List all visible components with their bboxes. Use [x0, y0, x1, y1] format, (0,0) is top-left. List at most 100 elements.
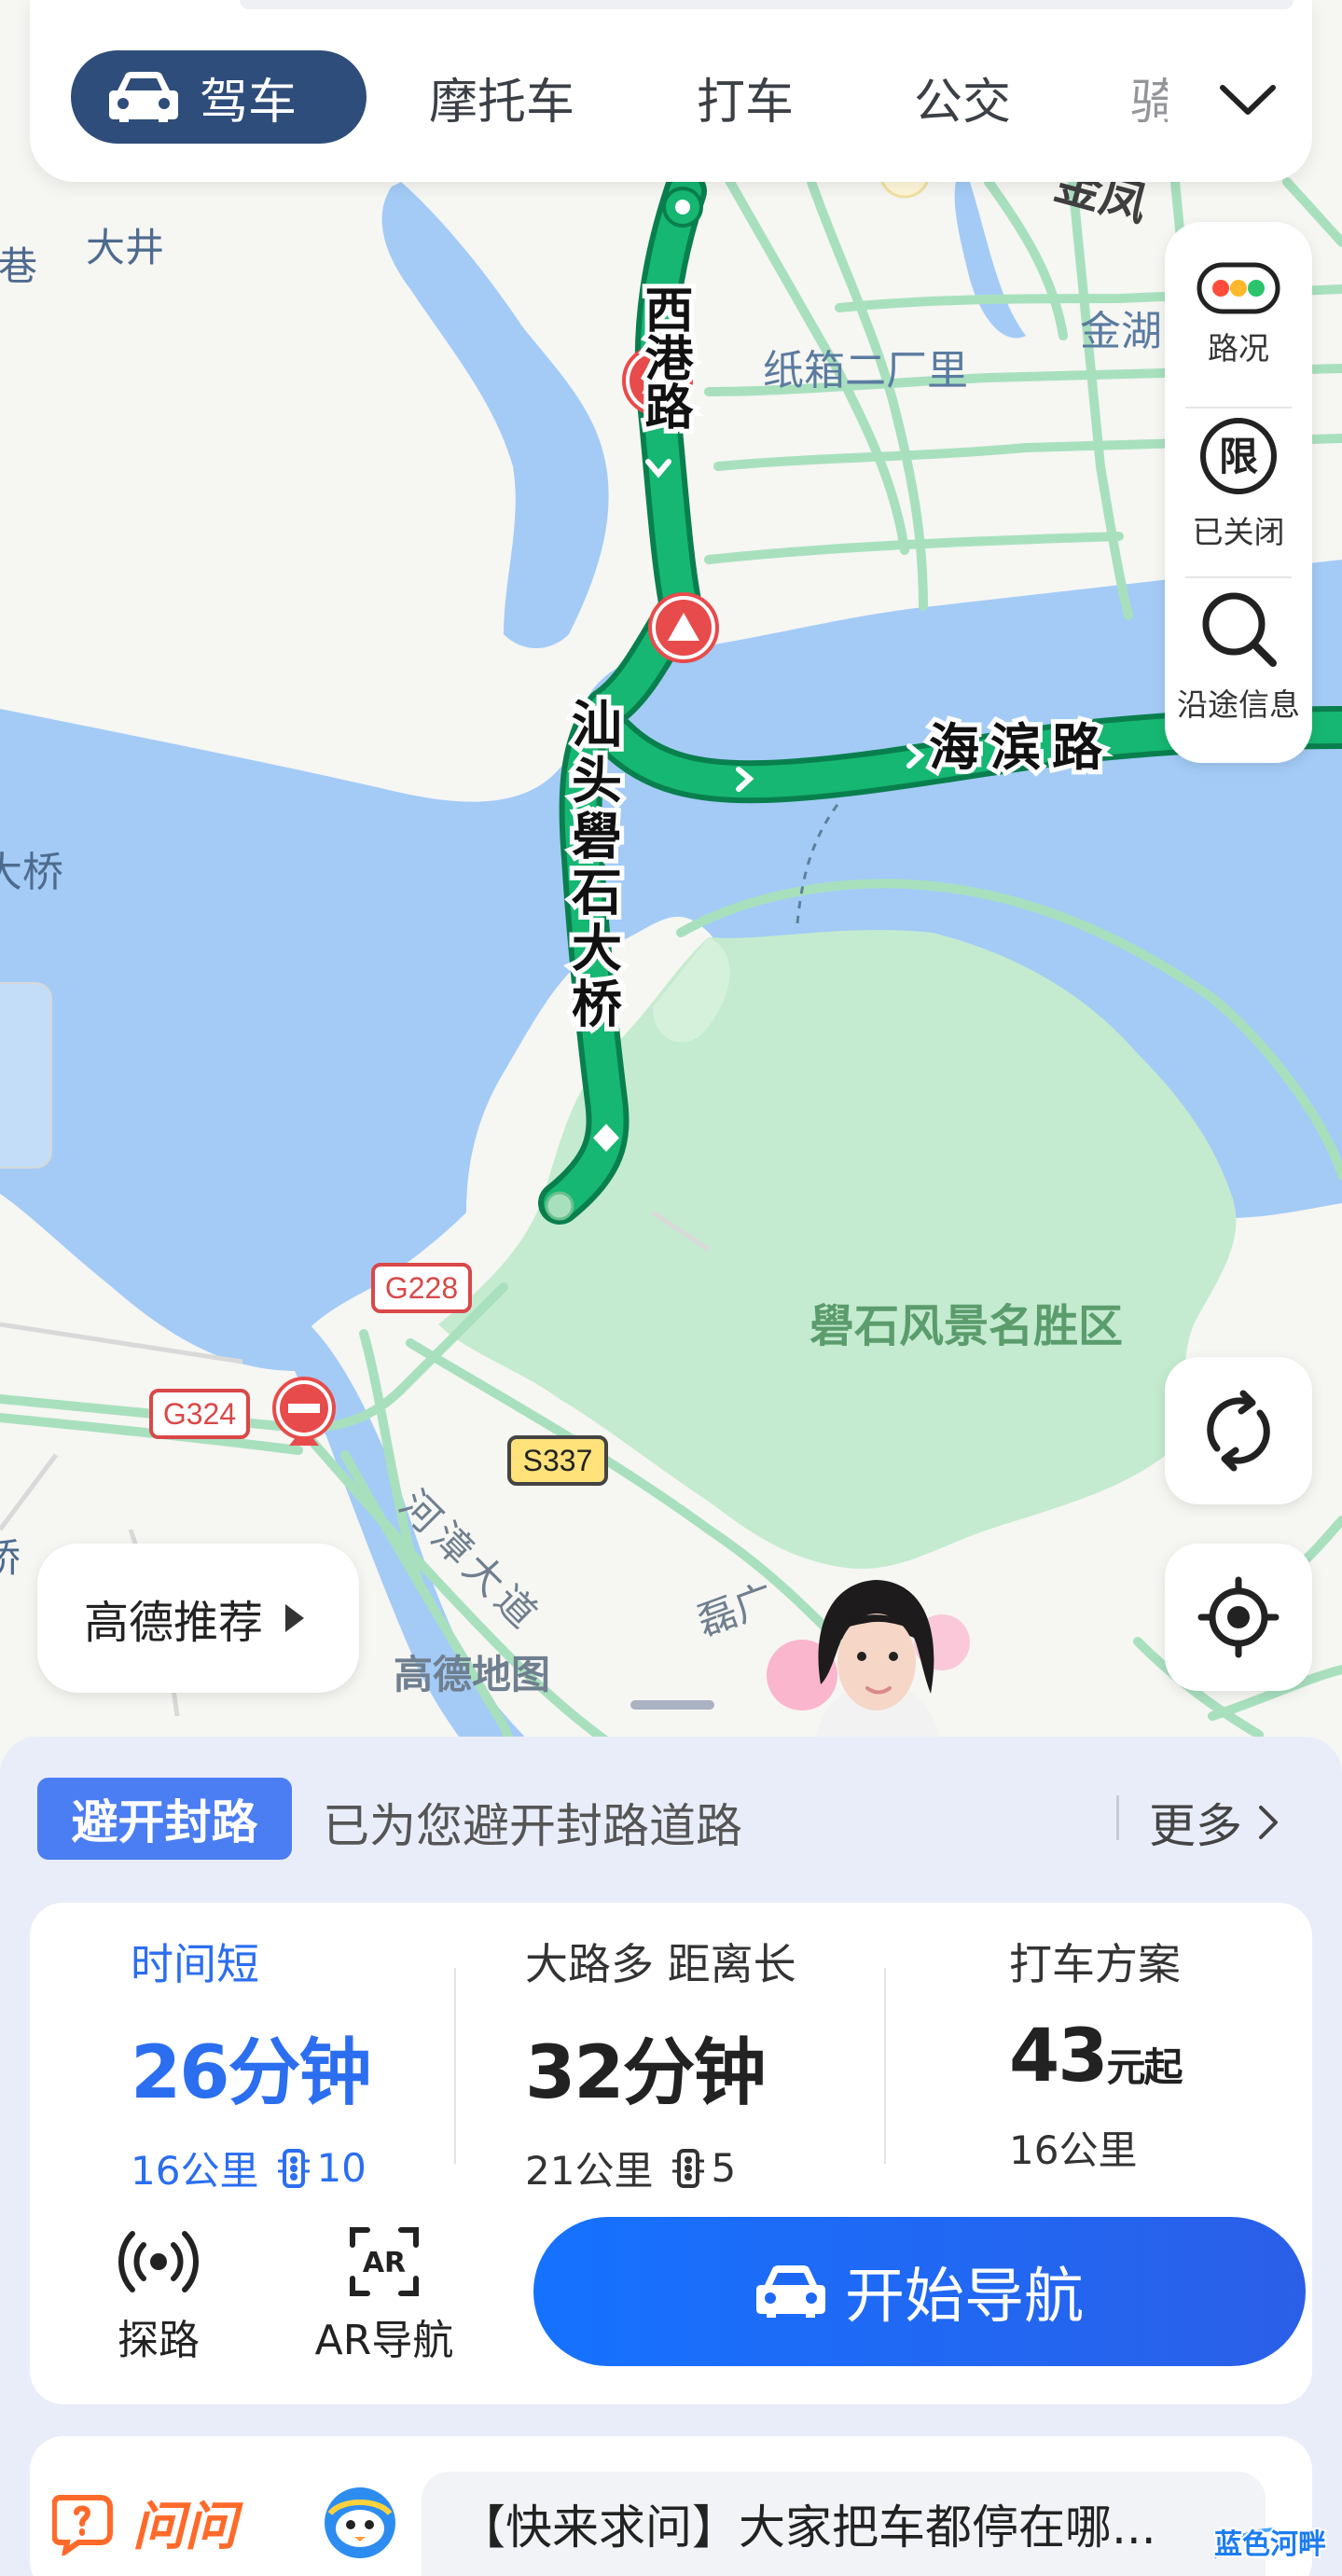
map-view[interactable]: G228 G324 S337 大井 巷 纸箱二厂里 金湖 金凤 大桥 桥 礐石风… — [0, 0, 1342, 1772]
tab-bus-label: 公交 — [914, 74, 1012, 131]
label-dajing: 大井 — [86, 225, 164, 270]
traffic-button[interactable]: 路况 — [1165, 231, 1312, 399]
route-lights-count: 5 — [711, 2145, 737, 2191]
route-meta: 21公里 5 — [525, 2140, 796, 2196]
chevron-down-icon[interactable] — [1215, 67, 1280, 132]
traffic-label: 路况 — [1208, 330, 1269, 367]
play-arrow-icon — [285, 1604, 305, 1632]
route-tag: 打车方案 — [1009, 1939, 1181, 1989]
tab-taxi-label: 打车 — [697, 74, 795, 131]
route-distance: 16公里 — [131, 2148, 259, 2194]
route-meta: 16公里 — [1009, 2119, 1182, 2176]
page: { "tabs": [ {"label": "驾车"}, {"label": "… — [0, 0, 1342, 2576]
more-button[interactable]: 更多 — [1149, 1789, 1285, 1856]
svg-text:蓝色河畔: 蓝色河畔 — [1214, 2528, 1326, 2561]
route-meta: 16公里 10 — [131, 2140, 370, 2196]
transport-tabs: 驾车 摩托车 打车 公交 骑 — [30, 0, 1312, 182]
tab-drive-label: 驾车 — [200, 74, 297, 131]
label-xigang-road: 西港路 — [636, 284, 693, 430]
tab-ride-label: 骑 — [1130, 74, 1168, 131]
label-scenic: 礐石风景名胜区 — [809, 1300, 1123, 1352]
recommend-label: 高德推荐 — [84, 1597, 264, 1649]
route-distance: 21公里 — [525, 2148, 654, 2194]
taxi-price-unit: 元起 — [1106, 2044, 1183, 2090]
start-navigation-button[interactable]: 开始导航 — [533, 2217, 1306, 2366]
road-shield-g324: G324 — [149, 1389, 250, 1439]
construction-icon[interactable] — [648, 592, 719, 663]
refresh-route-button[interactable] — [1165, 1357, 1312, 1504]
broadcast-icon — [118, 2231, 199, 2292]
label-shantou-bridge: 汕头礐石大桥 — [563, 698, 622, 1033]
mascot-icon — [325, 2487, 395, 2558]
ask-logo: 问问 — [52, 2485, 237, 2560]
svg-text:G228: G228 — [385, 1271, 458, 1305]
start-navigation-label: 开始导航 — [845, 2263, 1084, 2332]
avoid-closure-text: 已为您避开封路道路 — [323, 1799, 742, 1853]
route-option-main-roads[interactable]: 大路多 距离长 32分钟 21公里 5 — [525, 1931, 796, 2196]
ask-question-text[interactable]: 【快来求问】大家把车都停在哪... — [422, 2472, 1266, 2576]
label-daqiao: 大桥 — [0, 849, 63, 896]
map-layer-panel: 路况 限 已关闭 沿途信息 — [1165, 222, 1312, 763]
route-option-taxi[interactable]: 打车方案 43元起 16公里 — [1009, 1931, 1183, 2176]
tab-bus[interactable]: 公交 — [914, 50, 1011, 144]
ar-nav-label: AR导航 — [314, 2317, 454, 2364]
divider — [884, 1968, 886, 2164]
traffic-light-icon — [1197, 262, 1280, 314]
restriction-icon: 限 — [1200, 418, 1277, 494]
route-tag: 大路多 距离长 — [525, 1939, 796, 1989]
label-jinhu: 金湖 — [1080, 308, 1162, 355]
label-zhixiang: 纸箱二厂里 — [763, 347, 968, 395]
ar-nav-button[interactable]: AR AR导航 — [291, 2224, 477, 2366]
route-option-fastest[interactable]: 时间短 26分钟 16公里 10 — [131, 1931, 372, 2196]
restriction-label: 已关闭 — [1192, 514, 1285, 550]
site-watermark: 蓝色河畔 — [1212, 2527, 1328, 2563]
tab-ride[interactable]: 骑 — [1130, 50, 1168, 144]
taxi-price: 43 — [1009, 2015, 1109, 2098]
route-duration: 32分钟 — [525, 2031, 767, 2115]
sheet-drag-handle[interactable] — [630, 1700, 714, 1710]
route-price: 43元起 — [1009, 2015, 1183, 2098]
restriction-button[interactable]: 限 已关闭 — [1165, 399, 1312, 567]
svg-text:G324: G324 — [163, 1397, 236, 1431]
tab-drive[interactable]: 驾车 — [71, 50, 367, 144]
ar-icon: AR — [350, 2227, 419, 2296]
route-node — [545, 1191, 574, 1221]
route-distance: 16公里 — [1009, 2127, 1138, 2173]
car-icon — [109, 72, 178, 122]
route-tag: 时间短 — [131, 1939, 259, 1989]
tab-taxi[interactable]: 打车 — [697, 50, 794, 144]
avoid-closure-badge: 避开封路 — [37, 1778, 292, 1860]
car-icon — [756, 2265, 825, 2318]
route-lights-count: 10 — [316, 2145, 367, 2191]
divider — [454, 1968, 456, 2164]
question-bubble-icon — [52, 2494, 113, 2555]
route-start-dot — [675, 200, 690, 215]
along-route-label: 沿途信息 — [1177, 686, 1300, 723]
refresh-icon — [1207, 1390, 1270, 1472]
locate-icon — [1197, 1576, 1280, 1658]
chevron-right-icon — [1259, 1806, 1278, 1839]
explore-button[interactable]: 探路 — [65, 2224, 252, 2366]
road-shield-s337: S337 — [507, 1435, 608, 1486]
gaode-recommend-button[interactable]: 高德推荐 — [37, 1544, 359, 1693]
more-label: 更多 — [1149, 1799, 1242, 1853]
divider — [1116, 1795, 1119, 1840]
locate-button[interactable] — [1165, 1544, 1312, 1691]
road-shield-g228: G228 — [371, 1263, 472, 1313]
avoid-badge-label: 避开封路 — [71, 1795, 258, 1849]
svg-text:限: 限 — [1219, 434, 1258, 479]
label-gaode-map: 高德地图 — [394, 1652, 550, 1697]
explore-label: 探路 — [118, 2317, 200, 2364]
search-icon — [1202, 592, 1277, 667]
svg-text:AR: AR — [363, 2247, 406, 2279]
along-route-button[interactable]: 沿途信息 — [1165, 572, 1312, 740]
tab-motorcycle[interactable]: 摩托车 — [429, 50, 574, 144]
label-qiao: 桥 — [0, 1535, 21, 1581]
traffic-light-icon — [672, 2148, 705, 2188]
svg-text:S337: S337 — [523, 1444, 593, 1477]
ask-question-label: 【快来求问】大家把车都停在哪... — [459, 2500, 1156, 2555]
label-haibin-road: 海滨路 — [929, 718, 1114, 777]
route-duration: 26分钟 — [131, 2031, 372, 2115]
side-drawer-handle[interactable] — [0, 982, 52, 1169]
route-options-card: 时间短 26分钟 16公里 10 大路多 距离长 32分钟 21公里 5 打车方 — [30, 1903, 1312, 2404]
